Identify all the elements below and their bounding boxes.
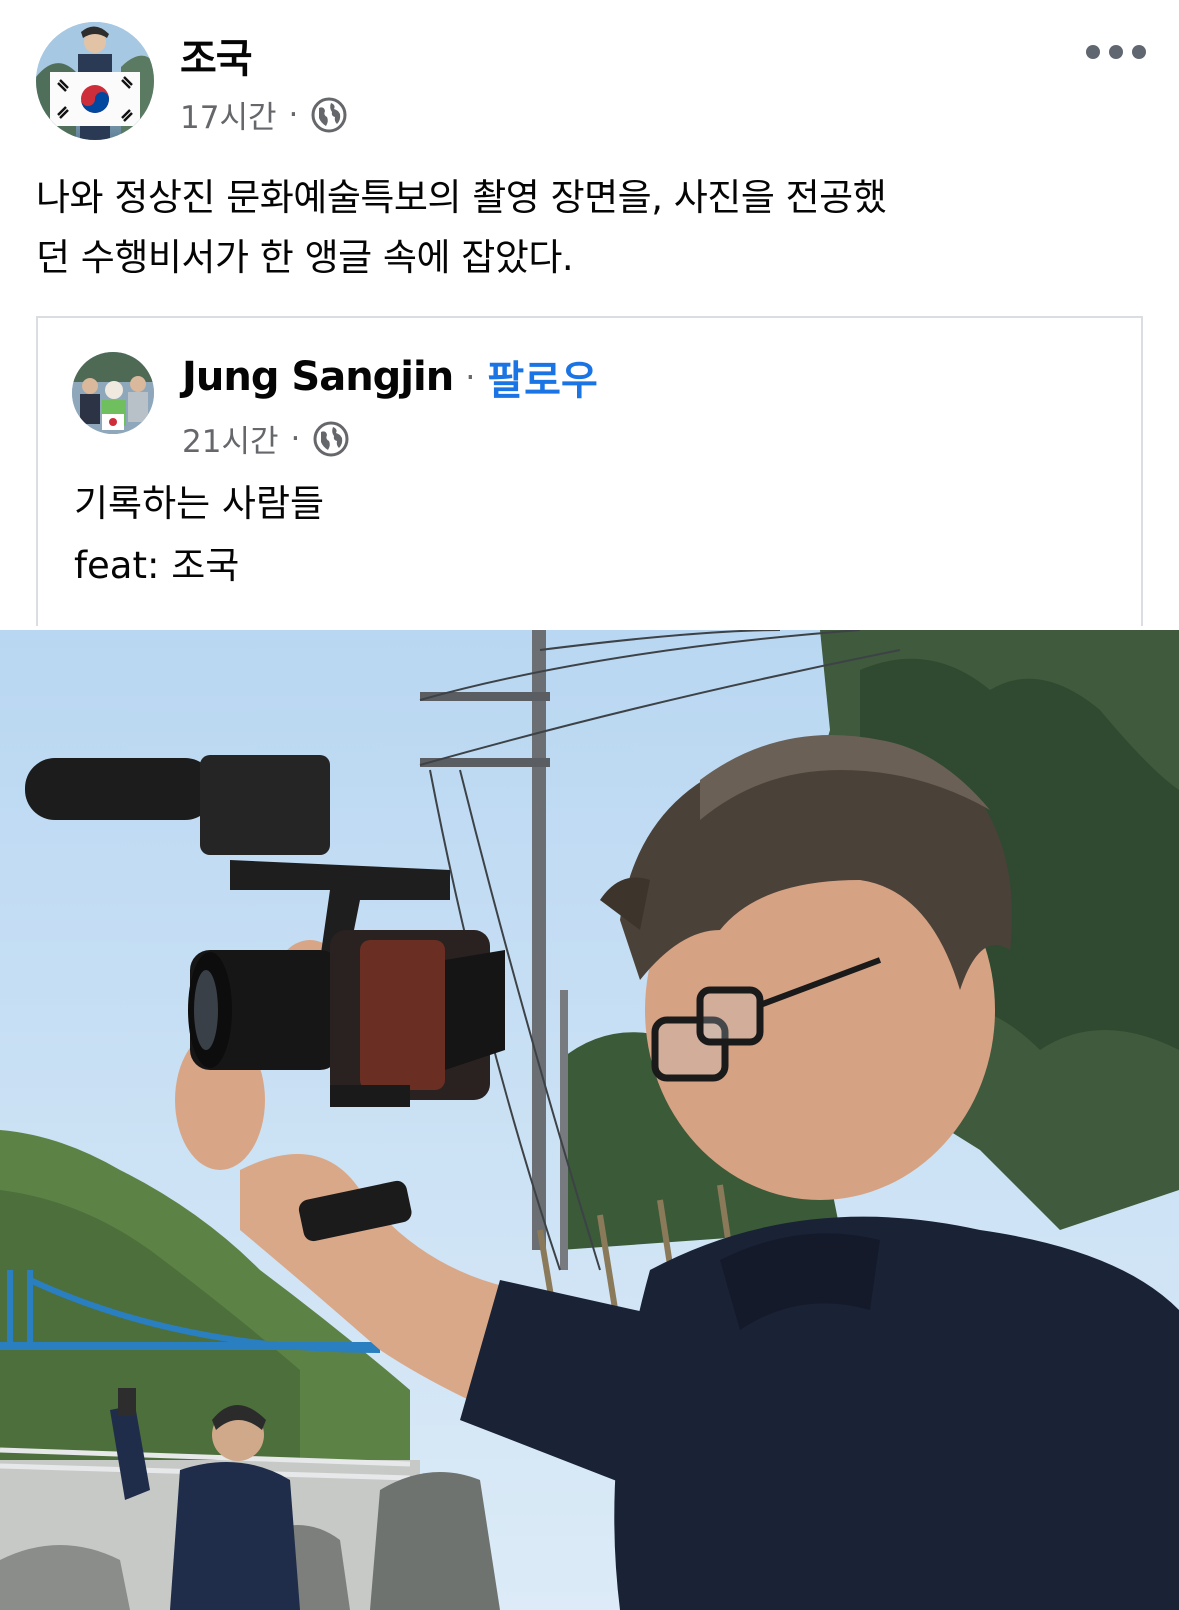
post-photo[interactable] <box>0 630 1179 1610</box>
post-header: 조국 17시간 · <box>36 22 1146 142</box>
name-separator: · <box>465 358 476 396</box>
globe-icon <box>313 421 349 456</box>
post-meta: 17시간 · <box>180 92 348 137</box>
shared-author-row: Jung Sangjin · 팔로우 <box>182 348 598 406</box>
shared-author-name[interactable]: Jung Sangjin <box>182 354 454 400</box>
follow-button[interactable]: 팔로우 <box>487 348 597 406</box>
shared-text-line: feat: 조국 <box>74 544 240 587</box>
post-text-line: 나와 정상진 문화예술특보의 촬영 장면을, 사진을 전공했 <box>36 176 887 219</box>
meta-separator: · <box>290 420 301 457</box>
author-avatar[interactable] <box>36 22 154 140</box>
shared-text-line: 기록하는 사람들 <box>74 482 325 525</box>
author-name[interactable]: 조국 <box>180 26 253 84</box>
meta-separator: · <box>288 96 299 133</box>
shared-post-body: 기록하는 사람들 feat: 조국 <box>74 473 324 597</box>
shared-post-card[interactable]: Jung Sangjin · 팔로우 21시간 · 기록하는 사람들 feat:… <box>36 316 1143 626</box>
shared-post-timestamp[interactable]: 21시간 <box>182 416 279 461</box>
shared-post-meta: 21시간 · <box>182 416 350 461</box>
globe-icon <box>311 97 347 132</box>
post-body: 나와 정상진 문화예술특보의 촬영 장면을, 사진을 전공했 던 수행비서가 한… <box>36 168 1151 288</box>
shared-author-avatar[interactable] <box>72 352 154 434</box>
more-options-icon[interactable] <box>1086 40 1146 64</box>
post-text-line: 던 수행비서가 한 앵글 속에 잡았다. <box>36 236 574 279</box>
post-timestamp[interactable]: 17시간 <box>180 92 277 137</box>
